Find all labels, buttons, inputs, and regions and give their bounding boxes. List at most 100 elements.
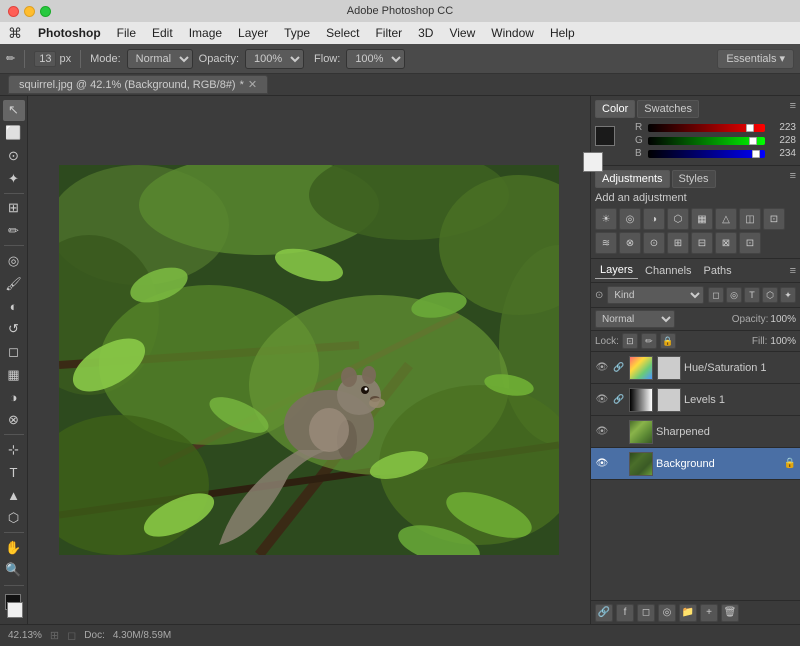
layer-visibility-toggle[interactable]: 👁 [595, 393, 609, 407]
menu-select[interactable]: Select [326, 26, 359, 40]
blur-tool[interactable]: ◑ [3, 387, 25, 408]
lock-pixels-icon[interactable]: ⊡ [622, 333, 638, 349]
layers-panel-menu[interactable]: ≡ [790, 265, 796, 277]
tab-close-icon[interactable]: ✕ [248, 78, 257, 91]
g-slider[interactable] [648, 137, 765, 145]
b-slider[interactable] [648, 150, 765, 158]
menu-type[interactable]: Type [284, 26, 310, 40]
levels-adj-icon[interactable]: ⊡ [739, 232, 761, 254]
lock-position-icon[interactable]: ✏ [641, 333, 657, 349]
layer-link-btn[interactable]: 🔗 [595, 604, 613, 622]
menu-3d[interactable]: 3D [418, 26, 433, 40]
posterize-adj-icon[interactable]: ⊙ [643, 232, 665, 254]
b-thumb[interactable] [752, 150, 760, 158]
crop-tool[interactable]: ⊞ [3, 198, 25, 219]
layer-visibility-toggle[interactable]: 👁 [595, 457, 609, 471]
filter-text-icon[interactable]: T [744, 287, 760, 303]
gradient-tool[interactable]: ▦ [3, 364, 25, 385]
move-tool[interactable]: ↖ [3, 100, 25, 121]
dodge-tool[interactable]: ⊗ [3, 410, 25, 431]
text-tool[interactable]: T [3, 462, 25, 483]
essentials-button[interactable]: Essentials ▾ [717, 49, 794, 69]
background-color[interactable] [7, 602, 23, 618]
lasso-tool[interactable]: ⊙ [3, 146, 25, 167]
layer-filter-select[interactable]: Kind [607, 286, 704, 304]
brush-size-field[interactable]: 13 px [34, 51, 71, 67]
invert-adj-icon[interactable]: ⊗ [619, 232, 641, 254]
apple-menu[interactable]: ⌘ [8, 25, 22, 42]
swatches-tab[interactable]: Swatches [637, 100, 699, 118]
menu-view[interactable]: View [449, 26, 475, 40]
new-layer-btn[interactable]: + [700, 604, 718, 622]
hue-sat-adj-icon[interactable]: ▦ [691, 208, 713, 230]
filter-adj-icon[interactable]: ◎ [726, 287, 742, 303]
eyedropper-tool[interactable]: ✏ [3, 221, 25, 242]
g-thumb[interactable] [749, 137, 757, 145]
layer-hue-saturation[interactable]: 👁 🔗 Hue/Saturation 1 [591, 352, 800, 384]
healing-tool[interactable]: ◎ [3, 250, 25, 271]
opacity-select[interactable]: 100% [245, 49, 304, 69]
brush-tool[interactable]: 🖌 [3, 273, 25, 294]
menu-filter[interactable]: Filter [375, 26, 402, 40]
channel-mix-adj-icon[interactable]: ≋ [595, 232, 617, 254]
new-adjustment-btn[interactable]: ◎ [658, 604, 676, 622]
layer-visibility-toggle[interactable]: 👁 [595, 361, 609, 375]
selective-color-adj-icon[interactable]: ⊠ [715, 232, 737, 254]
layers-tab[interactable]: Layers [595, 262, 638, 279]
filter-smart-icon[interactable]: ✦ [780, 287, 796, 303]
marquee-tool[interactable]: ⬜ [3, 123, 25, 144]
layer-link-icon[interactable]: 🔗 [612, 361, 626, 375]
filter-pixel-icon[interactable]: ◻ [708, 287, 724, 303]
layer-sharpened[interactable]: 👁 🔗 Sharpened [591, 416, 800, 448]
close-button[interactable] [8, 6, 19, 17]
mode-select[interactable]: Normal [127, 49, 193, 69]
exposure-adj-icon[interactable]: ◑ [643, 208, 665, 230]
styles-tab[interactable]: Styles [672, 170, 716, 188]
menu-file[interactable]: File [117, 26, 136, 40]
opacity-control[interactable]: Opacity: 100% [732, 314, 796, 325]
delete-layer-btn[interactable]: 🗑 [721, 604, 739, 622]
layer-visibility-toggle[interactable]: 👁 [595, 425, 609, 439]
paths-tab[interactable]: Paths [699, 263, 737, 279]
layer-mask-btn[interactable]: ◻ [637, 604, 655, 622]
menu-image[interactable]: Image [189, 26, 222, 40]
curves-adj-icon[interactable]: ◎ [619, 208, 641, 230]
threshold-adj-icon[interactable]: ⊞ [667, 232, 689, 254]
vibrance-adj-icon[interactable]: ⬡ [667, 208, 689, 230]
quick-select-tool[interactable]: ✦ [3, 168, 25, 189]
menu-layer[interactable]: Layer [238, 26, 268, 40]
menu-edit[interactable]: Edit [152, 26, 173, 40]
hand-tool[interactable]: ✋ [3, 537, 25, 558]
pen-tool[interactable]: ⊹ [3, 439, 25, 460]
color-panel-menu[interactable]: ≡ [790, 100, 796, 118]
color-balance-adj-icon[interactable]: △ [715, 208, 737, 230]
background-swatch[interactable] [583, 152, 603, 172]
gradient-map-adj-icon[interactable]: ⊟ [691, 232, 713, 254]
clone-tool[interactable]: ◐ [3, 296, 25, 317]
canvas-area[interactable] [28, 96, 590, 624]
bw-adj-icon[interactable]: ◫ [739, 208, 761, 230]
color-tab[interactable]: Color [595, 100, 635, 118]
layer-levels[interactable]: 👁 🔗 Levels 1 [591, 384, 800, 416]
layer-background[interactable]: 👁 🔗 Background 🔒 [591, 448, 800, 480]
eraser-tool[interactable]: ◻ [3, 341, 25, 362]
shape-tool[interactable]: ⬡ [3, 508, 25, 529]
zoom-tool[interactable]: 🔍 [3, 560, 25, 581]
path-select-tool[interactable]: ▲ [3, 485, 25, 506]
adj-panel-menu[interactable]: ≡ [790, 170, 796, 188]
minimize-button[interactable] [24, 6, 35, 17]
layer-link-icon[interactable]: 🔗 [612, 393, 626, 407]
flow-select[interactable]: 100% [346, 49, 405, 69]
document-tab[interactable]: squirrel.jpg @ 42.1% (Background, RGB/8#… [8, 75, 268, 94]
foreground-swatch[interactable] [595, 126, 615, 146]
lock-all-icon[interactable]: 🔒 [660, 333, 676, 349]
channels-tab[interactable]: Channels [640, 263, 696, 279]
menu-window[interactable]: Window [491, 26, 534, 40]
r-thumb[interactable] [746, 124, 754, 132]
maximize-button[interactable] [40, 6, 51, 17]
menu-photoshop[interactable]: Photoshop [38, 26, 101, 40]
blend-mode-select[interactable]: Normal [595, 310, 675, 328]
photo-filter-adj-icon[interactable]: ⊡ [763, 208, 785, 230]
layer-fx-btn[interactable]: f [616, 604, 634, 622]
r-slider[interactable] [648, 124, 765, 132]
